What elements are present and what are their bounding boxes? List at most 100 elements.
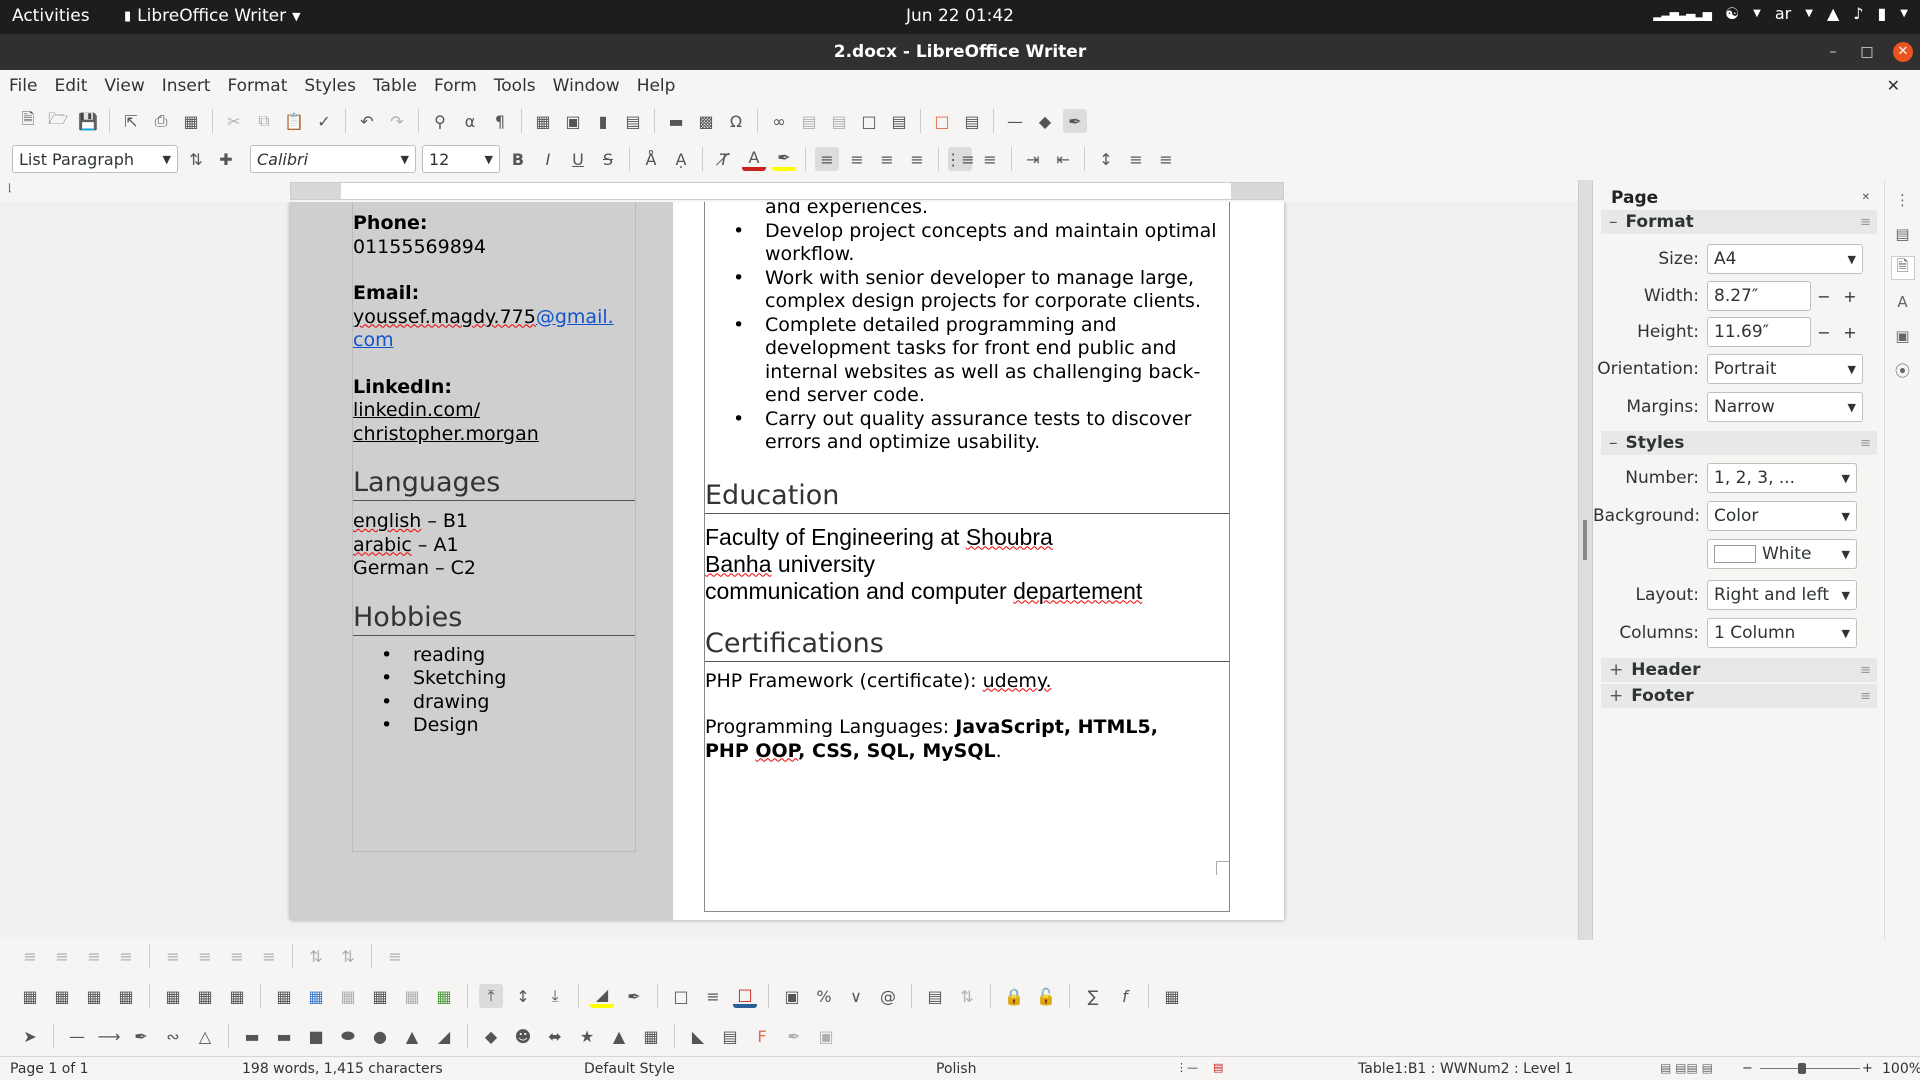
callouts-icon[interactable]: ▲ — [607, 1024, 631, 1048]
insert-rows-below-icon[interactable]: ▦ — [50, 984, 74, 1008]
increment-icon[interactable]: + — [1837, 323, 1863, 342]
selection-mode-icon[interactable]: ⋮— — [1176, 1061, 1198, 1074]
borders-icon[interactable]: □ — [669, 984, 693, 1008]
cross-reference-icon[interactable]: ▤ — [887, 109, 911, 133]
insert-columns-after-icon[interactable]: ▦ — [114, 984, 138, 1008]
margins-dropdown[interactable]: Narrow ▼ — [1707, 392, 1863, 422]
size-dropdown[interactable]: A4 ▼ — [1707, 244, 1863, 274]
line-icon[interactable]: — — [65, 1024, 89, 1048]
line-spacing-icon[interactable]: ↕ — [1094, 147, 1118, 171]
insert-image-icon[interactable]: ▣ — [561, 109, 585, 133]
more-options-icon[interactable]: ≡ — [1860, 689, 1871, 704]
insert-table-icon[interactable]: ▦ — [531, 109, 555, 133]
number-format-decimal-icon[interactable]: ∨ — [844, 984, 868, 1008]
print-icon[interactable]: ⎙ — [149, 109, 173, 133]
unprotect-cells-icon[interactable]: 🔓 — [1034, 984, 1058, 1008]
insert-line-icon[interactable]: — — [1003, 109, 1027, 133]
clear-formatting-icon[interactable]: T̸ — [712, 147, 736, 171]
polygon-icon[interactable]: △ — [193, 1024, 217, 1048]
zoom-slider-handle[interactable] — [1798, 1063, 1806, 1074]
select-table-icon[interactable]: ▦ — [272, 984, 296, 1008]
outline-icon[interactable]: ≡ — [257, 944, 281, 968]
hyperlink-icon[interactable]: ∞ — [767, 109, 791, 133]
view-layout-icons[interactable]: ▤ ▤▤ ▤ — [1660, 1061, 1713, 1075]
optimize-size-icon[interactable]: ▦ — [432, 984, 456, 1008]
sort-icon[interactable]: ⇅ — [955, 984, 979, 1008]
increment-icon[interactable]: + — [1837, 287, 1863, 306]
delete-columns-icon[interactable]: ▦ — [193, 984, 217, 1008]
paste-icon[interactable]: 📋 — [282, 109, 306, 133]
input-method-label[interactable]: ar — [1775, 4, 1791, 23]
select-cell-icon[interactable]: ▦ — [304, 984, 328, 1008]
protect-cells-icon[interactable]: 🔒 — [1002, 984, 1026, 1008]
comment-icon[interactable]: □ — [930, 109, 954, 133]
background-dropdown[interactable]: Color ▼ — [1707, 501, 1857, 531]
gallery-tab-icon[interactable]: ▣ — [1891, 324, 1915, 348]
percent-icon[interactable]: % — [812, 984, 836, 1008]
cell-background-icon[interactable]: ◢ — [590, 984, 614, 1008]
merge-cells-icon[interactable]: ▦ — [336, 984, 360, 1008]
unordered-list-icon[interactable]: ⋮≡ — [945, 147, 975, 171]
linkedin-link-cont[interactable]: christopher.morgan — [353, 423, 635, 447]
system-tray[interactable]: ▂▃▅▃▄▂▅ ☯ ▼ ar ▼ ▲ ♪ ▮ ▼ — [1653, 4, 1908, 23]
section-footer[interactable]: + Footer ≡ — [1601, 684, 1877, 708]
circle-icon[interactable]: ● — [368, 1024, 392, 1048]
underline-icon[interactable]: U — [566, 147, 590, 171]
increase-indent-icon[interactable]: ⇥ — [1021, 147, 1045, 171]
layout-dropdown[interactable]: Right and left ▼ — [1707, 580, 1857, 610]
border-color-icon[interactable]: □ — [733, 984, 757, 1008]
tab-stop-icon[interactable]: ⌊ — [8, 183, 12, 194]
align-right-icon[interactable]: ≡ — [875, 147, 899, 171]
status-word-count[interactable]: 198 words, 1,415 characters — [242, 1061, 443, 1077]
ordered-list-icon[interactable]: ≡ — [978, 147, 1002, 171]
select-arrow-icon[interactable]: ➤ — [18, 1024, 42, 1048]
page-tab-icon[interactable]: 🗎 — [1890, 256, 1915, 280]
close-window-button[interactable]: ✕ — [1893, 42, 1913, 62]
more-options-icon[interactable]: ≡ — [1860, 215, 1871, 230]
font-size-combo[interactable]: 12 ▼ — [422, 145, 500, 173]
autoformat-icon[interactable]: ✒ — [622, 984, 646, 1008]
font-color-icon[interactable]: A — [742, 147, 766, 171]
copy-icon[interactable]: ⧉ — [252, 109, 276, 133]
align-icon[interactable]: ≡ — [18, 944, 42, 968]
section-header[interactable]: + Header ≡ — [1601, 658, 1877, 682]
accessibility-icon[interactable]: ☯ — [1725, 4, 1739, 23]
formatting-marks-icon[interactable]: ¶ — [488, 109, 512, 133]
email-link-tld[interactable]: com — [353, 329, 394, 351]
split-cells-icon[interactable]: ▦ — [368, 984, 392, 1008]
block-arrows-icon[interactable]: ⬌ — [543, 1024, 567, 1048]
menu-help[interactable]: Help — [628, 76, 684, 96]
maximize-icon[interactable]: □ — [1852, 34, 1882, 70]
email-link[interactable]: @gmail. — [536, 306, 614, 328]
footnote-icon[interactable]: ▤ — [797, 109, 821, 133]
cut-icon[interactable]: ✂ — [222, 109, 246, 133]
align-top-icon[interactable]: ⤒ — [479, 984, 503, 1008]
section-format[interactable]: – Format ≡ — [1601, 210, 1877, 234]
close-icon[interactable]: ✕ — [1862, 192, 1870, 203]
horizontal-ruler[interactable] — [290, 182, 1284, 200]
menu-window[interactable]: Window — [544, 76, 628, 96]
menu-format[interactable]: Format — [218, 76, 295, 96]
table-properties-icon[interactable]: ▦ — [1160, 984, 1184, 1008]
font-name-combo[interactable]: Calibri ▼ — [250, 145, 416, 173]
minimize-icon[interactable]: – — [1818, 34, 1848, 70]
delete-rows-icon[interactable]: ▦ — [161, 984, 185, 1008]
right-table-cell[interactable]: and experiences. Develop project concept… — [704, 202, 1230, 912]
export-pdf-icon[interactable]: ⇱ — [119, 109, 143, 133]
open-icon[interactable]: 🗁 — [46, 109, 70, 133]
insert-field-icon[interactable]: ▩ — [694, 109, 718, 133]
find-replace-icon[interactable]: ⚲ — [428, 109, 452, 133]
more-options-icon[interactable]: ≡ — [1860, 436, 1871, 451]
zoom-in-icon[interactable]: + — [1862, 1061, 1873, 1076]
menu-insert[interactable]: Insert — [153, 76, 219, 96]
zoom-level[interactable]: 100% — [1882, 1061, 1920, 1077]
pen-icon[interactable]: ✒ — [129, 1024, 153, 1048]
new-document-icon[interactable]: 🗎 — [16, 109, 40, 133]
number-format-icon[interactable]: ▣ — [780, 984, 804, 1008]
page-break-icon[interactable]: ▬ — [664, 109, 688, 133]
formula-icon[interactable]: f — [1113, 984, 1137, 1008]
special-character-icon[interactable]: Ω — [724, 109, 748, 133]
date-icon[interactable]: @ — [876, 984, 900, 1008]
track-changes-icon[interactable]: ▤ — [960, 109, 984, 133]
right-triangle-icon[interactable]: ◢ — [432, 1024, 456, 1048]
